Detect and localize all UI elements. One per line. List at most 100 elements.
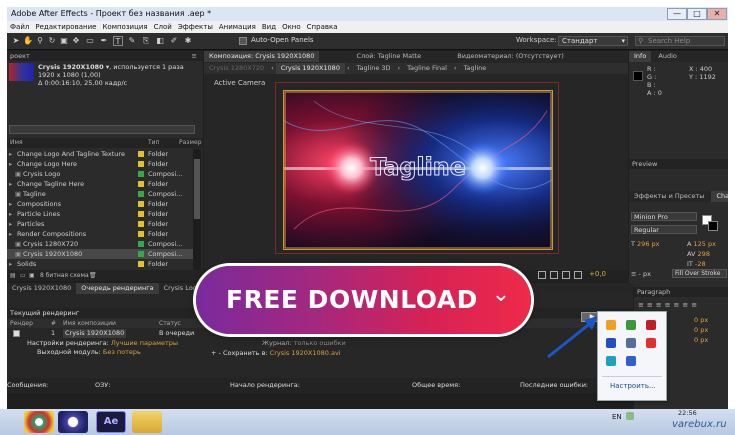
render-item-name[interactable]: Crysis 1920X1080 [63,329,127,338]
label-color-icon[interactable] [138,261,144,267]
project-search-input[interactable] [9,125,195,134]
tray-app-icon[interactable] [646,320,656,330]
label-color-icon[interactable] [138,231,144,237]
tab-audio[interactable]: Audio [653,51,681,62]
project-item-row[interactable]: ▸ Change Logo Here Folder [7,159,193,169]
folder-expand-icon[interactable]: ▸ [9,159,12,169]
tracking-value[interactable]: 298 [698,250,710,258]
tab-footage[interactable]: Видеоматериал: (Отсутствует) [452,51,569,62]
breadcrumb-item[interactable]: Crysis 1280X720 [204,63,269,74]
folder-expand-icon[interactable]: ▸ [9,209,12,219]
trash-icon[interactable]: 🗑 [89,270,97,281]
font-family-select[interactable]: Minion Pro [631,212,697,221]
tray-arrow-icon[interactable] [626,412,634,420]
col-size[interactable]: Размер [179,138,202,148]
label-color-icon[interactable] [138,241,144,247]
render-settings-value[interactable]: Лучшие параметры [111,339,178,347]
tray-app-icon[interactable] [626,320,636,330]
project-item-row[interactable]: ▸ Solids Folder [7,259,193,269]
hand-tool-icon[interactable]: ✋ [23,36,33,46]
project-item-row[interactable]: ▸ Particle Lines Folder [7,209,193,219]
tab-layer[interactable]: Слой: Tagline Matte [352,51,427,62]
alignment-buttons[interactable]: ≡≡≡≡≡≡≡ [638,301,726,311]
menu-item[interactable]: Эффекты [175,21,216,33]
brush-tool-icon[interactable]: ✎ [127,36,137,46]
indent-right-value[interactable]: 0 px [694,325,708,335]
tab-character[interactable]: Char [711,191,728,202]
add-output-icon[interactable]: + - [211,349,223,357]
menu-item[interactable]: Редактирование [32,21,99,33]
menu-item[interactable]: Справка [304,21,341,33]
col-name[interactable]: Имя [10,138,23,148]
menu-item[interactable]: Файл [7,21,32,33]
auto-open-checkbox[interactable] [239,37,247,45]
file-explorer-icon[interactable] [132,411,162,433]
tray-app-icon[interactable] [606,356,616,366]
comp-info-name[interactable]: Crysis 1920X1080 ▾ [38,63,109,71]
start-button[interactable] [0,409,22,435]
label-color-icon[interactable] [138,171,144,177]
breadcrumb-item[interactable]: Crysis 1920X1080 [275,63,345,74]
bit-depth-label[interactable]: 8 битная схема [40,270,89,281]
project-item-row[interactable]: ▣ Tagline Composi... [7,189,193,199]
col-render[interactable]: Рендер [10,319,33,328]
composition-icon[interactable]: ▣ [15,249,21,259]
interpret-icon[interactable]: ▤ [10,270,16,281]
exposure-value[interactable]: +0,0 [589,270,606,278]
label-color-icon[interactable] [138,191,144,197]
close-button[interactable]: ✕ [707,8,727,20]
project-item-row[interactable]: ▸ Particles Folder [7,219,193,229]
composition-icon[interactable]: ▣ [15,239,21,249]
project-item-row[interactable]: ▣ Crysis 1280X720 Composi... [7,239,193,249]
type-tool-icon[interactable]: T [113,36,123,46]
search-help-input[interactable]: ⚲ Search Help [635,36,725,46]
transparency-grid-icon[interactable] [550,271,558,279]
maximize-button[interactable]: □ [687,8,707,20]
preview-panel-title[interactable]: Preview [629,159,728,169]
puppet-tool-icon[interactable]: ✱ [183,36,193,46]
tray-app-icon[interactable] [606,338,616,348]
project-item-row[interactable]: ▸ Change Logo And Tagline Texture Folder [7,149,193,159]
project-item-row[interactable]: ▣ Crysis Logo Composi... [7,169,193,179]
composition-icon[interactable]: ▣ [15,169,21,179]
composition-icon[interactable]: ▣ [15,189,21,199]
mask-view-icon[interactable] [562,271,570,279]
render-tab[interactable]: Crysis 1920X1080 [7,283,76,294]
opera-icon[interactable] [58,411,88,433]
project-item-row[interactable]: ▸ Change Tagline Here Folder [7,179,193,189]
vscale-value[interactable]: -28 [695,260,706,268]
col-type[interactable]: Тип [148,138,160,148]
panel-menu-icon[interactable]: ≡ [192,51,197,61]
clock[interactable]: 22:56 [678,409,697,417]
workspace-select[interactable]: Стандарт ▾ [558,36,628,46]
col-number[interactable]: # [51,319,56,328]
new-comp-icon[interactable]: ▣ [29,270,35,281]
fill-over-stroke-select[interactable]: Fill Over Stroke [672,269,727,278]
stroke-color-swatch[interactable] [708,221,718,231]
folder-expand-icon[interactable]: ▸ [9,199,12,209]
space-after-value[interactable]: 0 px [694,335,708,345]
menu-item[interactable]: Композиция [99,21,150,33]
camera-tool-icon[interactable]: ▣ [59,36,69,46]
label-color-icon[interactable] [138,221,144,227]
label-color-icon[interactable] [138,251,144,257]
eraser-tool-icon[interactable]: ◧ [155,36,165,46]
new-folder-icon[interactable]: ▭ [20,270,26,281]
mask-tool-icon[interactable]: ▭ [85,36,95,46]
folder-expand-icon[interactable]: ▸ [9,259,12,269]
label-color-icon[interactable] [138,151,144,157]
project-item-row[interactable]: ▣ Crysis 1920X1080 Composi... [7,249,193,259]
roto-brush-tool-icon[interactable]: ✐ [169,36,179,46]
tab-effects-presets[interactable]: Эффекты и Пресеты [629,191,709,202]
tray-app-icon[interactable] [606,320,616,330]
menu-item[interactable]: Слой [151,21,175,33]
paragraph-panel-title[interactable]: Paragraph [634,287,728,297]
after-effects-taskbar-button[interactable]: Ae [96,411,126,433]
pan-behind-tool-icon[interactable]: ✥ [71,36,81,46]
folder-expand-icon[interactable]: ▸ [9,179,12,189]
tab-composition[interactable]: Композиция: Crysis 1920X1080 [204,51,320,62]
tray-app-icon[interactable] [626,356,636,366]
label-color-icon[interactable] [138,181,144,187]
label-color-icon[interactable] [138,161,144,167]
free-download-button[interactable]: FREE DOWNLOAD ⌄ [196,266,531,334]
